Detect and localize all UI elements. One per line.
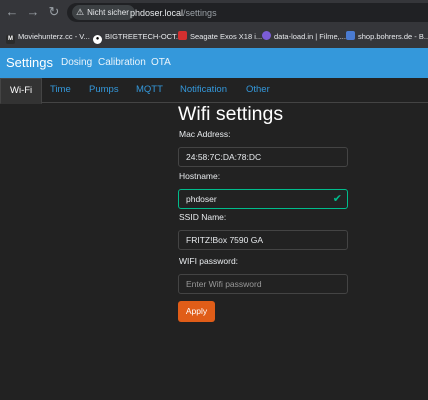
tab-time[interactable]: Time <box>50 84 71 95</box>
address-bar[interactable]: ⚠ Nicht sicher phdoser.local/settings <box>67 3 428 22</box>
tab-other[interactable]: Other <box>246 84 270 95</box>
page-title: Wifi settings <box>178 103 284 125</box>
hostname-label: Hostname: <box>179 171 221 181</box>
bookmark-label: shop.bohrers.de - B... <box>358 32 428 41</box>
nav-link-calibration[interactable]: Calibration <box>98 57 146 68</box>
url-path: /settings <box>183 8 217 18</box>
bookmark-bigtreetech[interactable]: ● BIGTREETECH-OCT... <box>93 30 182 44</box>
bookmark-label: Seagate Exos X18 i... <box>190 32 263 41</box>
mac-address-field[interactable]: 24:58:7C:DA:78:DC <box>178 147 348 167</box>
url-host: phdoser.local <box>130 8 184 18</box>
hostname-value: phdoser <box>186 194 217 204</box>
ssid-label: SSID Name: <box>179 212 227 222</box>
shop-bohrers-icon <box>346 31 355 40</box>
github-icon: ● <box>93 35 102 44</box>
valid-check-icon: ✔ <box>332 193 342 205</box>
wifi-password-input[interactable]: Enter Wifi password <box>178 274 348 294</box>
tab-mqtt[interactable]: MQTT <box>136 84 163 95</box>
bookmark-data-load[interactable]: data-load.in | Filme,... <box>262 30 346 44</box>
data-load-icon <box>262 31 271 40</box>
warning-icon: ⚠ <box>76 7 85 17</box>
app-navbar: Settings Dosing Calibration OTA <box>0 48 428 78</box>
wifi-password-label: WIFI password: <box>179 256 239 266</box>
nav-link-ota[interactable]: OTA <box>151 57 171 68</box>
security-label: Nicht sicher <box>87 8 129 17</box>
mac-address-label: Mac Address: <box>179 129 231 139</box>
forward-arrow-icon[interactable]: → <box>25 4 41 20</box>
bookmark-label: data-load.in | Filme,... <box>274 32 346 41</box>
url-text[interactable]: phdoser.local/settings <box>130 6 217 20</box>
ssid-input[interactable]: FRITZ!Box 7590 GA <box>178 230 348 250</box>
back-arrow-icon[interactable]: ← <box>4 4 20 20</box>
browser-chrome: ← → ↻ ⚠ Nicht sicher phdoser.local/settin… <box>0 0 428 48</box>
bookmark-moviehunterz[interactable]: M Moviehunterz.cc - V... <box>6 30 90 44</box>
bookmark-shop-bohrers[interactable]: shop.bohrers.de - B... <box>346 30 428 44</box>
hostname-input[interactable]: phdoser ✔ <box>178 189 348 209</box>
tab-wifi[interactable]: Wi-Fi <box>0 78 43 104</box>
address-bar-row: ← → ↻ ⚠ Nicht sicher phdoser.local/settin… <box>0 0 428 25</box>
moviehunterz-icon: M <box>6 35 15 44</box>
tab-pumps[interactable]: Pumps <box>89 84 119 95</box>
reload-icon[interactable]: ↻ <box>46 4 62 20</box>
bookmark-label: BIGTREETECH-OCT... <box>105 32 183 41</box>
apply-button[interactable]: Apply <box>178 301 215 322</box>
security-badge[interactable]: ⚠ Nicht sicher <box>72 5 135 20</box>
navbar-brand[interactable]: Settings <box>6 55 53 70</box>
tab-notification[interactable]: Notification <box>180 84 227 95</box>
seagate-icon <box>178 31 187 40</box>
bookmarks-bar: M Moviehunterz.cc - V... ● BIGTREETECH-OCT… <box>0 26 428 48</box>
nav-link-dosing[interactable]: Dosing <box>61 57 92 68</box>
bookmark-label: Moviehunterz.cc - V... <box>18 32 90 41</box>
bookmark-seagate[interactable]: Seagate Exos X18 i... <box>178 30 262 44</box>
settings-tabs: Wi-Fi Time Pumps MQTT Notification Other <box>0 78 428 104</box>
